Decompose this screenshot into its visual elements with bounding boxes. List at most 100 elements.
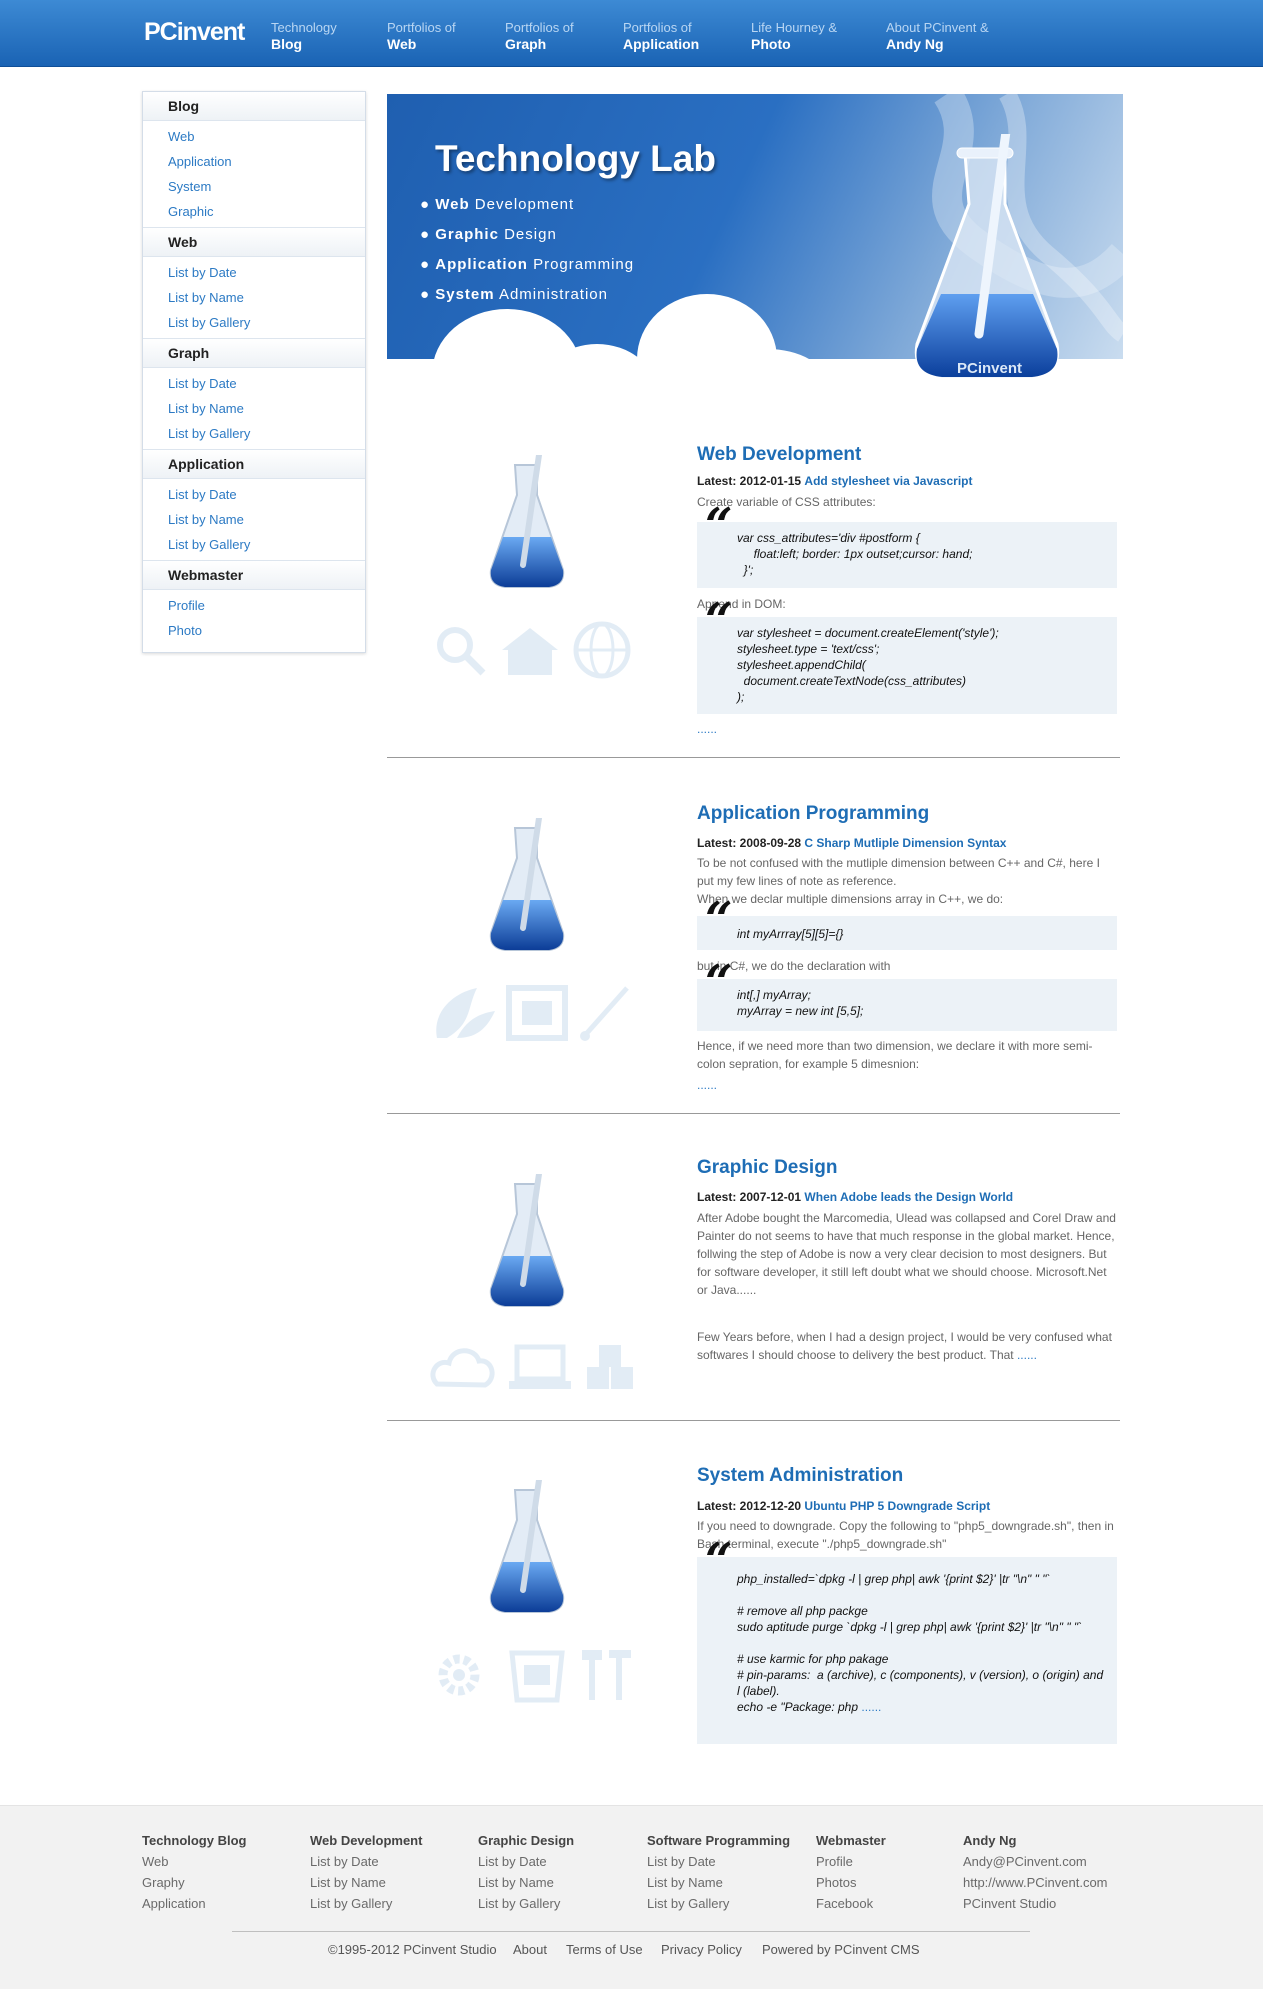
bullet-bold: Application bbox=[435, 256, 528, 273]
sidebar-item-app-gallery[interactable]: List by Gallery bbox=[143, 532, 365, 557]
footer-link-privacy[interactable]: Privacy Policy bbox=[661, 1942, 742, 1957]
read-more-link[interactable]: ...... bbox=[861, 1700, 881, 1714]
sidebar-item-photo[interactable]: Photo bbox=[143, 618, 365, 643]
footer-column: Web Development List by Date List by Nam… bbox=[310, 1830, 422, 1914]
footer-link[interactable]: List by Date bbox=[647, 1851, 790, 1872]
sidebar-item-web-name[interactable]: List by Name bbox=[143, 285, 365, 310]
nav-technology-blog[interactable]: Technology Blog bbox=[271, 19, 337, 53]
footer-link-terms[interactable]: Terms of Use bbox=[566, 1942, 643, 1957]
latest-label: Latest: 2007-12-01 bbox=[697, 1190, 802, 1204]
nav-line2: Andy Ng bbox=[886, 36, 944, 52]
latest-post-link[interactable]: When Adobe leads the Design World bbox=[804, 1190, 1013, 1204]
brush-icon bbox=[580, 986, 629, 1041]
read-more-link[interactable]: ...... bbox=[697, 1078, 717, 1092]
copyright-text: ©1995-2012 PCinvent Studio bbox=[328, 1942, 497, 1957]
footer-link[interactable]: PCinvent Studio bbox=[963, 1893, 1108, 1914]
code-text: int[,] myArray; myArray = new int [5,5]; bbox=[737, 988, 864, 1018]
code-text: var stylesheet = document.createElement(… bbox=[737, 626, 999, 704]
footer-column: Graphic Design List by Date List by Name… bbox=[478, 1830, 574, 1914]
banner-bullet: ● System Administration bbox=[420, 286, 608, 303]
nav-about[interactable]: About PCinvent & Andy Ng bbox=[886, 19, 989, 53]
sidebar-item-application[interactable]: Application bbox=[143, 149, 365, 174]
footer-link[interactable]: Facebook bbox=[816, 1893, 886, 1914]
bullet-text: Development bbox=[469, 196, 575, 213]
footer-link[interactable]: Andy@PCinvent.com bbox=[963, 1851, 1108, 1872]
footer-link[interactable]: List by Gallery bbox=[310, 1893, 422, 1914]
latest-post: Latest: 2007-12-01 When Adobe leads the … bbox=[697, 1190, 1013, 1204]
footer-link-powered[interactable]: Powered by PCinvent CMS bbox=[762, 1942, 920, 1957]
flask-icon bbox=[489, 1480, 565, 1613]
nav-portfolio-graph[interactable]: Portfolios of Graph bbox=[505, 19, 574, 53]
sidebar-item-web-date[interactable]: List by Date bbox=[143, 260, 365, 285]
footer-link[interactable]: Graphy bbox=[142, 1872, 246, 1893]
footer-link[interactable]: List by Name bbox=[310, 1872, 422, 1893]
quote-icon: “ bbox=[705, 892, 733, 948]
gear-icon bbox=[438, 1654, 480, 1696]
sidebar-item-graph-gallery[interactable]: List by Gallery bbox=[143, 421, 365, 446]
sidebar-item-web-gallery[interactable]: List by Gallery bbox=[143, 310, 365, 335]
code-block: “ int[,] myArray; myArray = new int [5,5… bbox=[697, 959, 1117, 1031]
bullet-bold: Web bbox=[435, 196, 470, 213]
leaf-icon bbox=[436, 988, 495, 1038]
nav-line1: Technology bbox=[271, 20, 337, 35]
site-logo[interactable]: PCinvent bbox=[144, 18, 245, 47]
read-more-link[interactable]: ...... bbox=[1017, 1348, 1037, 1362]
footer-link[interactable]: Web bbox=[142, 1851, 246, 1872]
code-block: “ var stylesheet = document.createElemen… bbox=[697, 597, 1117, 714]
flask-icon bbox=[489, 1174, 565, 1307]
section-divider bbox=[387, 757, 1120, 758]
nav-portfolio-web[interactable]: Portfolios of Web bbox=[387, 19, 456, 53]
section-title[interactable]: Web Development bbox=[697, 444, 861, 466]
sidebar-heading-graph: Graph bbox=[143, 338, 365, 368]
footer-link[interactable]: Profile bbox=[816, 1851, 886, 1872]
footer-link[interactable]: http://www.PCinvent.com bbox=[963, 1872, 1108, 1893]
nav-line1: Portfolios of bbox=[505, 20, 574, 35]
nav-portfolio-application[interactable]: Portfolios of Application bbox=[623, 19, 699, 53]
sidebar-item-graphic[interactable]: Graphic bbox=[143, 199, 365, 224]
footer-link[interactable]: List by Gallery bbox=[647, 1893, 790, 1914]
bullet-text: Administration bbox=[494, 286, 608, 303]
latest-post: Latest: 2008-09-28 C Sharp Mutliple Dime… bbox=[697, 836, 1006, 850]
section-paragraph: but in C#, we do the declaration with bbox=[697, 959, 891, 973]
footer-link[interactable]: List by Date bbox=[310, 1851, 422, 1872]
latest-post-link[interactable]: C Sharp Mutliple Dimension Syntax bbox=[804, 836, 1006, 850]
sidebar-heading-webmaster: Webmaster bbox=[143, 560, 365, 590]
sidebar-item-graph-name[interactable]: List by Name bbox=[143, 396, 365, 421]
sidebar-item-app-name[interactable]: List by Name bbox=[143, 507, 365, 532]
cloud-icon bbox=[430, 1348, 495, 1388]
search-icon bbox=[437, 627, 486, 676]
footer-heading: Software Programming bbox=[647, 1833, 791, 1848]
footer-link[interactable]: List by Name bbox=[647, 1872, 790, 1893]
nav-line2: Graph bbox=[505, 36, 547, 52]
section-title[interactable]: Graphic Design bbox=[697, 1157, 837, 1179]
section-paragraph: Hence, if we need more than two dimensio… bbox=[697, 1039, 1093, 1071]
sidebar-list: List by Date List by Name List by Galler… bbox=[143, 368, 365, 449]
footer-link[interactable]: List by Gallery bbox=[478, 1893, 574, 1914]
footer-link[interactable]: List by Date bbox=[478, 1851, 574, 1872]
read-more-link[interactable]: ...... bbox=[697, 722, 717, 736]
footer-link[interactable]: Photos bbox=[816, 1872, 886, 1893]
footer-link-about[interactable]: About bbox=[513, 1942, 547, 1957]
section-title[interactable]: System Administration bbox=[697, 1465, 903, 1487]
nav-line2: Photo bbox=[751, 36, 791, 52]
footer-link[interactable]: Application bbox=[142, 1893, 246, 1914]
sidebar-item-system[interactable]: System bbox=[143, 174, 365, 199]
footer-column: Webmaster Profile Photos Facebook bbox=[816, 1830, 886, 1914]
section-paragraph: If you need to downgrade. Copy the follo… bbox=[697, 1519, 1114, 1551]
sidebar-item-web[interactable]: Web bbox=[143, 124, 365, 149]
decorative-icons bbox=[430, 1344, 633, 1389]
sidebar-item-profile[interactable]: Profile bbox=[143, 593, 365, 618]
nav-line1: Portfolios of bbox=[623, 20, 692, 35]
bullet-text: Design bbox=[498, 226, 557, 243]
section-title[interactable]: Application Programming bbox=[697, 803, 929, 825]
latest-post-link[interactable]: Ubuntu PHP 5 Downgrade Script bbox=[804, 1499, 990, 1513]
sidebar-item-app-date[interactable]: List by Date bbox=[143, 482, 365, 507]
code-text: int myArrray[5][5]={} bbox=[737, 927, 844, 941]
decorative-icons bbox=[438, 1650, 631, 1703]
nav-life-photo[interactable]: Life Hourney & Photo bbox=[751, 19, 837, 53]
film-icon bbox=[506, 985, 568, 1041]
latest-post-link[interactable]: Add stylesheet via Javascript bbox=[804, 474, 972, 488]
top-navbar: PCinvent Technology Blog Portfolios of W… bbox=[0, 0, 1263, 67]
footer-link[interactable]: List by Name bbox=[478, 1872, 574, 1893]
sidebar-item-graph-date[interactable]: List by Date bbox=[143, 371, 365, 396]
